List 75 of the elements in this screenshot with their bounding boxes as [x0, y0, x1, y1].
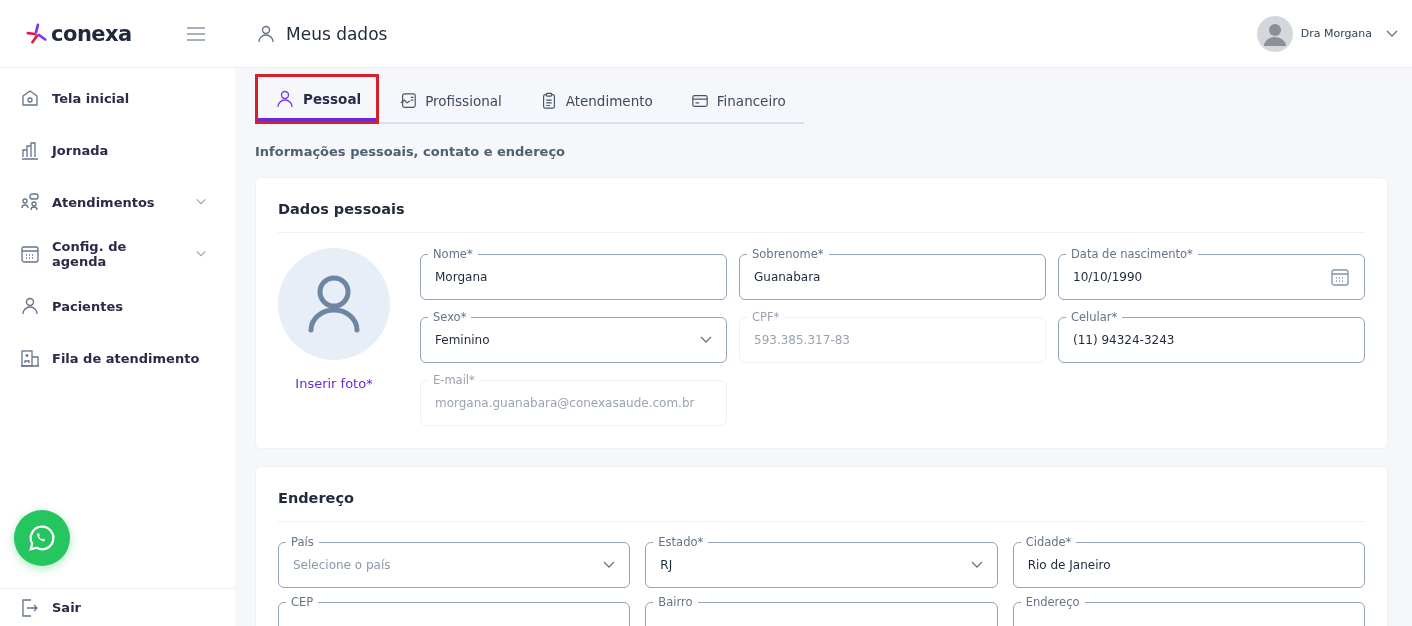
sidebar-item[interactable]: Pacientes: [0, 280, 235, 332]
field-label: CEP: [290, 595, 315, 609]
select-field[interactable]: Sexo* Feminino: [420, 310, 727, 363]
field-placeholder: Selecione o país: [293, 557, 392, 572]
tab[interactable]: Pessoal: [255, 74, 380, 124]
chevron-down-icon: [970, 560, 983, 569]
input-field[interactable]: Celular* (11) 94324-3243: [1058, 310, 1365, 363]
sidebar-item[interactable]: Atendimentos: [0, 176, 235, 228]
calendar-icon: [20, 244, 40, 264]
field-value: Rio de Janeiro: [1027, 557, 1112, 572]
field-value: Guanabara: [754, 269, 822, 284]
input-field[interactable]: Sobrenome* Guanabara: [739, 247, 1046, 300]
field-value: 10/10/1990: [1073, 269, 1144, 284]
logout-button[interactable]: Sair: [0, 581, 235, 626]
sidebar-item[interactable]: Config. de agenda: [0, 228, 235, 280]
chevron-down-icon: [1386, 29, 1398, 38]
bar-chart-icon: [20, 140, 40, 160]
field-label: País: [290, 535, 315, 549]
user-menu[interactable]: Dra Morgana: [1256, 15, 1398, 52]
page-title: Meus dados: [286, 23, 388, 44]
home-icon: [20, 88, 40, 108]
field-label: Cidade*: [1024, 535, 1073, 549]
input-field[interactable]: CEP: [278, 595, 631, 626]
field-value: morgana.guanabara@conexasaude.com.br: [435, 395, 696, 410]
field-label: E-mail*: [432, 373, 476, 387]
input-field[interactable]: Cidade* Rio de Janeiro: [1012, 535, 1365, 588]
card-title: Dados pessoais: [278, 178, 1365, 233]
input-field[interactable]: Bairro: [645, 595, 998, 626]
chevron-down-icon: [195, 250, 207, 258]
field-label: CPF*: [751, 310, 781, 324]
field-value: 593.385.317-83: [754, 332, 851, 347]
chat-phone-icon: [27, 523, 57, 553]
field-label: Celular*: [1070, 310, 1119, 324]
input-field[interactable]: Nome* Morgana: [420, 247, 727, 300]
id-card-icon: [399, 91, 418, 110]
select-field[interactable]: País Selecione o país: [278, 535, 631, 588]
logo-icon: [26, 22, 48, 45]
field-label: Bairro: [657, 595, 694, 609]
sidebar-item[interactable]: Jornada: [0, 124, 235, 176]
field-label: Data de nascimento*: [1070, 247, 1194, 261]
logo-text: conexa: [51, 21, 132, 46]
whatsapp-button[interactable]: [14, 510, 70, 566]
user-icon: [275, 89, 295, 109]
card-title: Endereço: [278, 467, 1365, 522]
field-value: (11) 94324-3243: [1073, 332, 1176, 347]
date-field[interactable]: Data de nascimento* 10/10/1990: [1058, 247, 1365, 300]
field-label: Estado*: [657, 535, 705, 549]
avatar-placeholder-icon: [278, 248, 390, 360]
building-icon: [20, 348, 40, 368]
field-label: Endereço: [1024, 595, 1081, 609]
avatar-icon: [1256, 15, 1293, 52]
field-label: Sobrenome*: [751, 247, 825, 261]
field-value: Feminino: [435, 332, 491, 347]
people-chat-icon: [20, 192, 40, 212]
field-label: Sexo*: [432, 310, 468, 324]
section-subtitle: Informações pessoais, contato e endereço: [255, 144, 567, 159]
tab[interactable]: Atendimento: [519, 74, 671, 124]
sidebar-item[interactable]: Fila de atendimento: [0, 332, 235, 384]
chevron-down-icon: [195, 198, 207, 206]
tab[interactable]: Profissional: [379, 74, 520, 124]
chevron-down-icon: [700, 335, 712, 344]
menu-button[interactable]: [186, 25, 206, 42]
exit-door-icon: [20, 597, 40, 618]
user-icon: [20, 296, 40, 316]
select-field[interactable]: Estado* RJ: [645, 535, 998, 588]
field-value: RJ: [660, 557, 674, 572]
sidebar-item[interactable]: Tela inicial: [0, 72, 235, 124]
tab[interactable]: Financeiro: [670, 74, 804, 124]
field-label: Nome*: [432, 247, 474, 261]
insert-photo-link[interactable]: Inserir foto*: [295, 376, 373, 391]
input-field[interactable]: Endereço: [1012, 595, 1365, 626]
user-icon: [256, 23, 276, 44]
chevron-down-icon: [603, 560, 616, 569]
calendar-icon: [1330, 266, 1350, 287]
field-value: Morgana: [435, 269, 489, 284]
